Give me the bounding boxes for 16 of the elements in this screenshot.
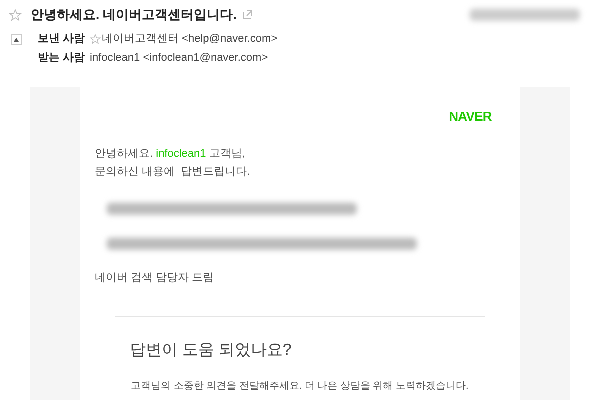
sender-address[interactable]: 네이버고객센터 <help@naver.com> [102, 31, 278, 48]
feedback-text: 고객님의 소중한 의견을 전달해주세요. 더 나은 상담을 위해 노력하겠습니다. [131, 380, 470, 394]
to-label: 받는 사람 [38, 51, 86, 66]
popout-icon[interactable] [242, 10, 253, 20]
signature-text: 네이버 검색 담당자 드림 [95, 270, 216, 286]
logo: NAVER [449, 108, 492, 126]
up-triangle-icon [14, 38, 19, 42]
from-label: 보낸 사람 [38, 32, 86, 48]
intro-text: 문의하신 내용에 답변드립니다. [95, 164, 252, 180]
feedback-title: 답변이 도움 되었나요? [130, 341, 293, 361]
star-icon[interactable] [90, 34, 101, 45]
greeting-text: 안녕하세요. infoclean1 고객님, [95, 146, 246, 162]
star-icon[interactable] [9, 8, 22, 22]
recipient-address[interactable]: infoclean1 <infoclean1@naver.com> [90, 50, 268, 67]
mail-subject: 안녕하세요. 네이버고객센터입니다. [31, 6, 237, 24]
collapse-button[interactable] [11, 34, 22, 45]
